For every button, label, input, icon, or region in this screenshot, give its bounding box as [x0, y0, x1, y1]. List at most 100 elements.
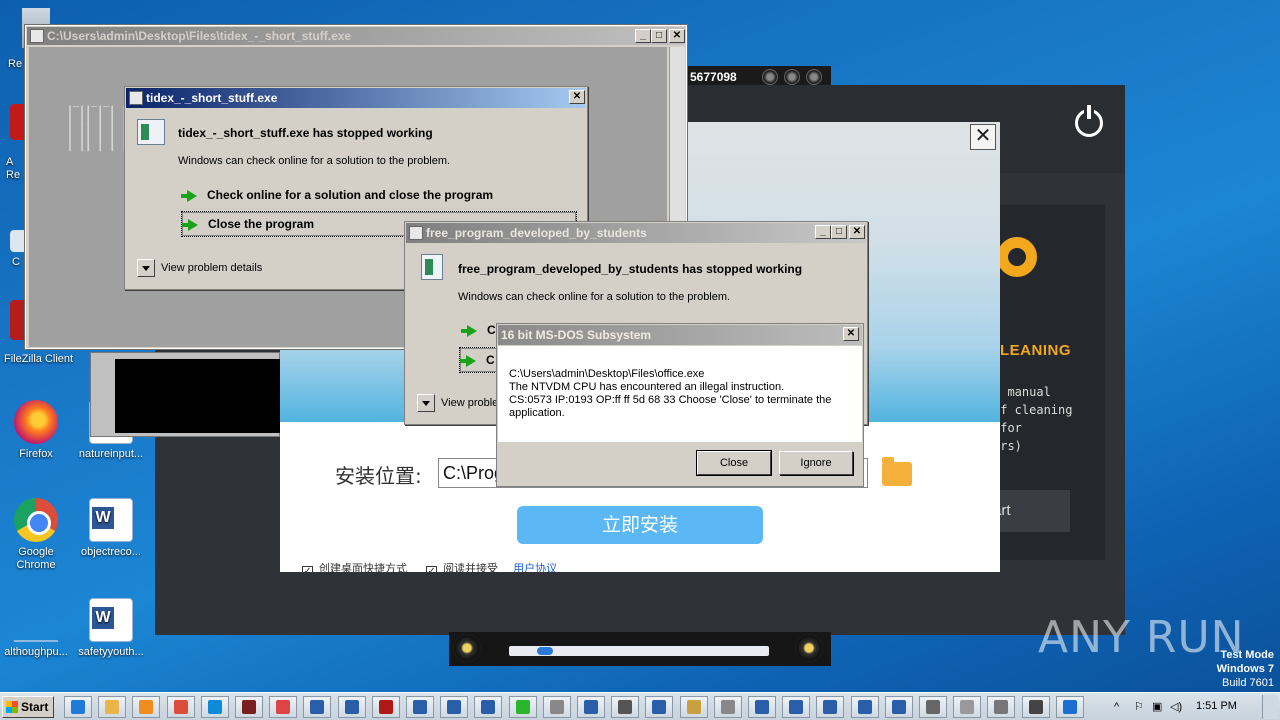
desktop-icon-safetyyouth[interactable]: safetyyouth...: [73, 598, 149, 659]
taskbar-button-win11[interactable]: [850, 696, 879, 718]
taskbar-button-explorer[interactable]: [98, 696, 127, 718]
desktop-icon-firefox[interactable]: Firefox: [0, 400, 74, 461]
taskbar-button-app6[interactable]: [611, 696, 640, 718]
close-button[interactable]: ✕: [669, 29, 685, 43]
taskbar-button-media[interactable]: [132, 696, 161, 718]
test-mode-line: Windows 7: [1216, 663, 1274, 675]
show-desktop-button[interactable]: [1262, 695, 1278, 719]
chevron-down-icon[interactable]: [137, 259, 155, 277]
installer-options: ✓ 创建桌面快捷方式 ✓ 阅读并接受 用户协议: [302, 560, 557, 572]
desktop-icon-label: FileZilla Client: [4, 353, 74, 365]
view-details-toggle[interactable]: View problem details: [137, 259, 262, 277]
console-screen: [115, 359, 285, 433]
console-titlebar[interactable]: C:\Users\admin\Desktop\Files\tidex_-_sho…: [27, 27, 685, 45]
check-online-option[interactable]: Check online for a solution and close th…: [181, 183, 577, 209]
user-agreement-link[interactable]: 用户协议: [513, 563, 557, 572]
tray-chevron-icon[interactable]: ^: [1114, 696, 1119, 718]
network-icon[interactable]: ▣: [1152, 696, 1162, 718]
crash-subtext: Windows can check online for a solution …: [458, 291, 731, 303]
taskbar-button-app11[interactable]: [987, 696, 1016, 718]
dos-message-area: C:\Users\admin\Desktop\Files\office.exe …: [498, 346, 862, 442]
taskbar-clock[interactable]: 1:51 PM: [1196, 693, 1237, 719]
taskbar-button-win8[interactable]: [748, 696, 776, 718]
speaker-icon: [453, 634, 481, 662]
taskbar-button-win10[interactable]: [816, 696, 845, 718]
details-label: View problem details: [161, 262, 263, 274]
shortcut-checkbox[interactable]: ✓: [302, 566, 313, 572]
taskbar-button-app7[interactable]: [679, 696, 708, 718]
application-icon: [421, 254, 443, 280]
taskbar-button-app1[interactable]: [235, 696, 263, 718]
taskbar-button-win7[interactable]: [645, 696, 674, 718]
test-mode-line: Test Mode: [1220, 649, 1274, 661]
start-button[interactable]: Start: [2, 696, 54, 718]
taskbar-button-app5[interactable]: [542, 696, 571, 718]
crash-heading: free_program_developed_by_students has s…: [458, 262, 803, 276]
taskbar-button-app12[interactable]: [1021, 696, 1050, 718]
seek-thumb[interactable]: [537, 647, 553, 655]
taskbar-button-app8[interactable]: [713, 696, 742, 718]
dos-message-line: The NTVDM CPU has encountered an illegal…: [509, 381, 785, 393]
desktop-icon-label: Google Chrome: [16, 546, 56, 571]
close-button[interactable]: Close: [696, 450, 772, 476]
taskbar-button-win9[interactable]: [782, 696, 811, 718]
media-knob-icon[interactable]: [806, 69, 822, 85]
close-button[interactable]: ✕: [849, 225, 865, 239]
close-icon[interactable]: ✕: [970, 124, 996, 150]
seek-slider[interactable]: [509, 646, 769, 656]
app-small-icon: [129, 91, 143, 105]
taskbar-button-win1[interactable]: [303, 696, 332, 718]
install-location-label: 安装位置:: [335, 464, 422, 488]
media-knob-icon[interactable]: [762, 69, 778, 85]
taskbar-button-ie[interactable]: [64, 696, 92, 718]
agree-checkbox[interactable]: ✓: [426, 566, 438, 572]
maximize-button[interactable]: □: [651, 29, 667, 43]
minimize-button[interactable]: _: [635, 29, 651, 43]
desktop-icon-label: C: [12, 256, 20, 268]
ignore-button[interactable]: Ignore: [779, 451, 853, 475]
install-now-button[interactable]: 立即安装: [517, 506, 763, 544]
taskbar-button-chrome[interactable]: [166, 696, 195, 718]
taskbar-button-app4[interactable]: [508, 696, 537, 718]
taskbar-button-win4[interactable]: [440, 696, 469, 718]
close-button[interactable]: ✕: [843, 327, 859, 341]
desktop-icon-label: safetyyouth...: [78, 646, 144, 658]
flag-icon[interactable]: ⚐: [1134, 696, 1144, 718]
taskbar-button-win5[interactable]: [474, 696, 503, 718]
crash-dialog-title: free_program_developed_by_students: [426, 226, 647, 240]
maximize-button[interactable]: □: [831, 225, 847, 239]
taskbar-button-win6[interactable]: [577, 696, 605, 718]
power-icon[interactable]: [1075, 105, 1103, 137]
option-label: C: [486, 353, 495, 367]
ms-dos-error-dialog: 16 bit MS-DOS Subsystem ✕ C:\Users\admin…: [496, 323, 864, 487]
taskbar-button-app13[interactable]: [1055, 696, 1084, 718]
taskbar-button-app9[interactable]: [919, 696, 947, 718]
minimize-button[interactable]: _: [815, 225, 831, 239]
crash-dialog-titlebar[interactable]: tidex_-_short_stuff.exe: [126, 88, 586, 108]
speaker-icon: [795, 634, 823, 662]
view-details-toggle[interactable]: View proble: [417, 394, 498, 412]
desktop-icon-label: A Re: [6, 156, 21, 181]
taskbar-button-app10[interactable]: [953, 696, 982, 718]
dos-dialog-titlebar[interactable]: 16 bit MS-DOS Subsystem: [498, 325, 862, 345]
folder-icon[interactable]: [882, 457, 912, 486]
option-label: Check online for a solution and close th…: [207, 188, 494, 202]
desktop-icon-objectreco[interactable]: objectreco...: [73, 498, 149, 559]
taskbar-button-win2[interactable]: [337, 696, 366, 718]
taskbar-button-win12[interactable]: [884, 696, 913, 718]
volume-icon[interactable]: ◁): [1170, 696, 1182, 718]
taskbar-button-win3[interactable]: [406, 696, 434, 718]
media-knob-icon[interactable]: [784, 69, 800, 85]
cleaning-description: o manual of cleaning (for ers): [993, 385, 1073, 453]
desktop-icon-althoughpu[interactable]: althoughpu...: [0, 598, 74, 659]
desktop-icon-chrome[interactable]: Google Chrome: [0, 498, 74, 572]
taskbar-button-edge[interactable]: [200, 696, 229, 718]
taskbar-button-app2[interactable]: [269, 696, 298, 718]
taskbar-button-app3[interactable]: [371, 696, 400, 718]
green-arrow-icon: [182, 219, 198, 231]
crash-dialog-titlebar[interactable]: free_program_developed_by_students: [406, 223, 866, 243]
close-button[interactable]: ✕: [569, 90, 585, 104]
crash-heading: tidex_-_short_stuff.exe has stopped work…: [178, 126, 433, 140]
chevron-down-icon[interactable]: [417, 394, 435, 412]
background-console-window: [90, 352, 285, 437]
